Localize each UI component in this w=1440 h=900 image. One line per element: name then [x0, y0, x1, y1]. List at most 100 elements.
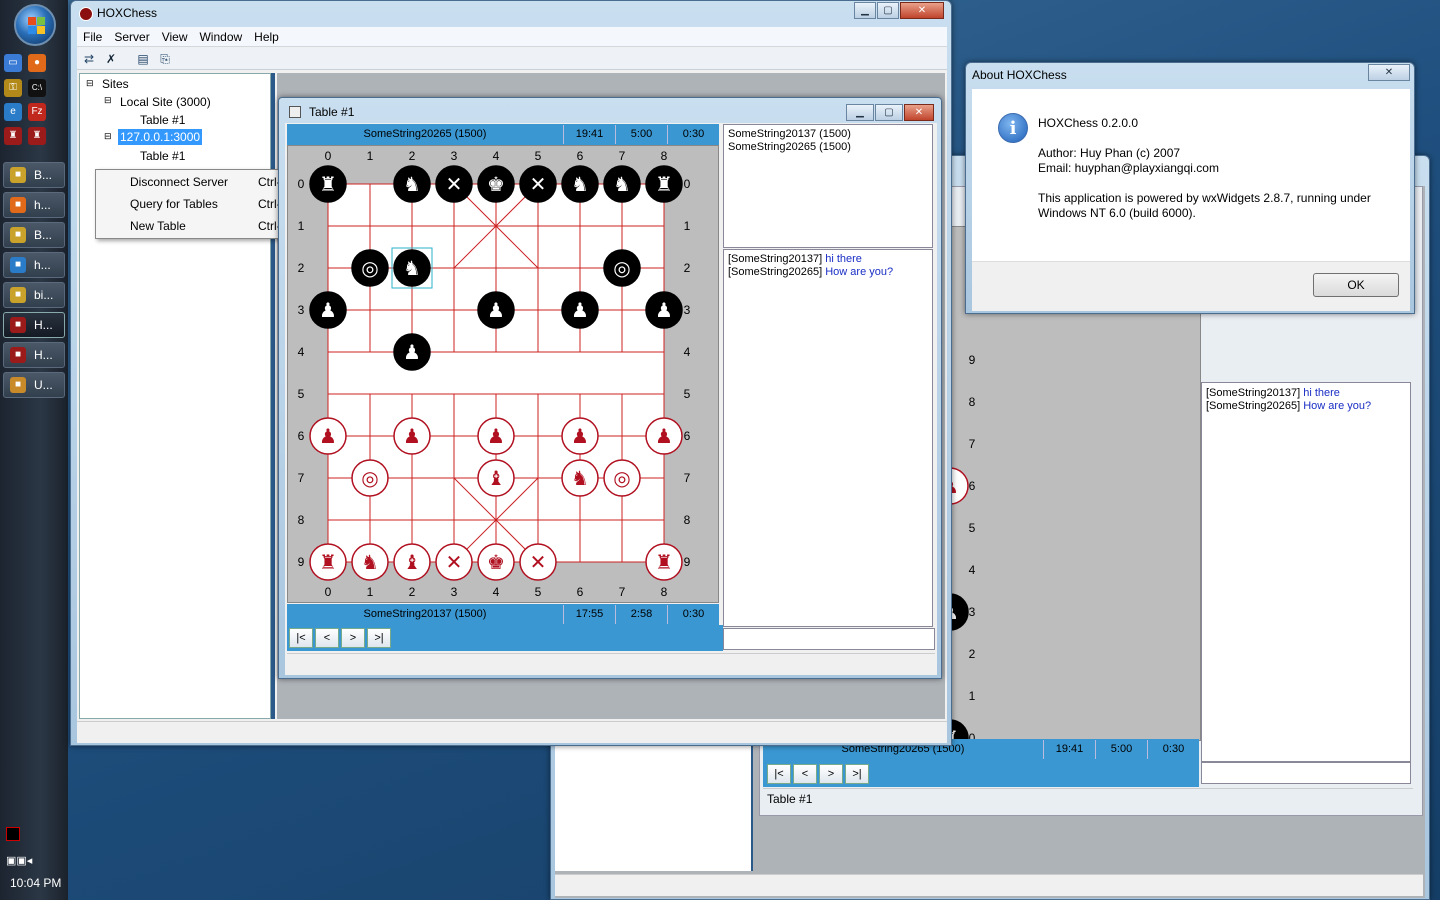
rook-icon: ♜ — [319, 172, 337, 196]
xiangqi-board[interactable]: 0 0 1 1 2 2 3 3 4 4 5 5 6 6 7 7 8 8 0 0 1 1 2 2 3 3 4 4 5 5 6 6 7 7 8 8 9 9 ♜ ♞… — [287, 145, 719, 603]
rank-label: 6 — [969, 479, 976, 493]
disconnect-icon[interactable]: ✗ — [103, 51, 119, 67]
back-chat-input[interactable] — [1201, 762, 1411, 784]
pawn-icon: ♟ — [655, 298, 673, 322]
taskbar-button[interactable]: ■ H... — [3, 312, 65, 338]
prev-move-button[interactable]: < — [793, 764, 817, 784]
menu-bar: File Server View Window Help — [77, 27, 947, 47]
taskbar-button[interactable]: ■ U... — [3, 372, 65, 398]
setup-icon: ■ — [10, 377, 26, 393]
rank-label: 7 — [969, 437, 976, 451]
free-time: 0:30 — [1147, 740, 1199, 759]
table-maximize-button[interactable]: ▢ — [875, 104, 903, 121]
last-move-button[interactable]: >| — [845, 764, 869, 784]
nav-bar: |< < > >| — [287, 625, 723, 651]
move-time: 5:00 — [615, 125, 667, 144]
rank-label: 7 — [684, 471, 691, 485]
tree-expander[interactable]: ⊟ — [104, 95, 112, 106]
rank-label: 3 — [684, 303, 691, 317]
player-entry[interactable]: SomeString20265 (1500) — [728, 141, 851, 153]
minimize-button[interactable]: ▁ — [854, 2, 876, 19]
ie-icon[interactable]: e — [4, 103, 22, 121]
tree-remote-site[interactable]: 127.0.0.1:3000 — [118, 129, 203, 145]
desktop-icon[interactable]: ▭ — [4, 54, 22, 72]
first-move-button[interactable]: |< — [767, 764, 791, 784]
taskbar-button[interactable]: ■ H... — [3, 342, 65, 368]
next-move-button[interactable]: > — [819, 764, 843, 784]
players-list[interactable]: SomeString20137 (1500) SomeString20265 (… — [723, 124, 933, 248]
menu-view[interactable]: View — [156, 27, 194, 44]
rank-label: 8 — [684, 513, 691, 527]
start-orb[interactable] — [14, 4, 56, 46]
bishop-icon: ♝ — [403, 550, 421, 574]
cannon-icon: ◎ — [361, 256, 378, 280]
firefox-icon[interactable]: ● — [28, 54, 46, 72]
pawn-icon: ♟ — [487, 424, 505, 448]
tree-expander[interactable]: ⊟ — [86, 78, 94, 89]
tree-remote-table[interactable]: Table #1 — [140, 149, 185, 163]
hoxchess-icon[interactable]: ♜ — [28, 127, 46, 145]
taskbar-button-label: h... — [34, 198, 51, 212]
taskbar-button[interactable]: ■ h... — [3, 252, 65, 278]
clock[interactable]: 10:04 PM — [10, 876, 61, 890]
taskbar-button-label: H... — [34, 318, 53, 332]
knight-icon: ♞ — [571, 466, 589, 490]
table-window[interactable]: Table #1 ▁ ▢ ✕ SomeString20265 (1500) 19… — [278, 97, 942, 679]
next-move-button[interactable]: > — [341, 628, 365, 648]
rank-label: 5 — [969, 521, 976, 535]
chat-input[interactable] — [723, 628, 935, 650]
player-entry[interactable]: SomeString20137 (1500) — [728, 128, 851, 140]
powered-line-1: This application is powered by wxWidgets… — [1038, 191, 1371, 205]
taskbar-button-label: H... — [34, 348, 53, 362]
rook-icon: ♜ — [655, 172, 673, 196]
rank-label: 9 — [298, 555, 305, 569]
prev-move-button[interactable]: < — [315, 628, 339, 648]
chat-line: [SomeString20137] hi there — [1206, 387, 1340, 399]
system-tray: ▣▣◂ 10:04 PM — [0, 820, 68, 900]
about-dialog[interactable]: About HOXChess ✕ i HOXChess 0.2.0.0 Auth… — [965, 62, 1415, 314]
key-icon[interactable]: ⚿ — [4, 79, 22, 97]
close-button[interactable]: ✕ — [900, 2, 944, 19]
pawn-icon: ♟ — [403, 340, 421, 364]
hoxchess-icon[interactable]: ♜ — [4, 127, 22, 145]
guard-icon: ✕ — [530, 172, 547, 196]
filezilla-icon[interactable]: Fz — [28, 103, 46, 121]
about-close-button[interactable]: ✕ — [1368, 64, 1410, 81]
export-icon[interactable]: ⎘ — [157, 51, 173, 67]
tree-local-table[interactable]: Table #1 — [140, 113, 185, 127]
taskbar-button[interactable]: ■ h... — [3, 192, 65, 218]
rank-label: 9 — [969, 353, 976, 367]
first-move-button[interactable]: |< — [289, 628, 313, 648]
cmd-icon[interactable]: C:\ — [28, 79, 46, 97]
board-grid: 0 0 1 1 2 2 3 3 4 4 5 5 6 6 7 7 8 8 0 0 1 1 2 2 3 3 4 4 5 5 6 6 7 7 8 8 9 9 ♜ ♞… — [298, 149, 691, 599]
last-move-button[interactable]: >| — [367, 628, 391, 648]
taskbar-button[interactable]: ■ B... — [3, 162, 65, 188]
app-version: HOXChess 0.2.0.0 — [1038, 116, 1139, 130]
taskbar-button[interactable]: ■ bi... — [3, 282, 65, 308]
maximize-button[interactable]: ▢ — [877, 2, 899, 19]
network-icon[interactable]: ▣▣◂ — [6, 854, 32, 867]
pawn-icon: ♟ — [319, 298, 337, 322]
tree-root-sites[interactable]: Sites — [102, 77, 129, 91]
taskbar-button-label: B... — [34, 168, 53, 182]
table-minimize-button[interactable]: ▁ — [846, 104, 874, 121]
pawn-icon: ♟ — [403, 424, 421, 448]
table-close-button[interactable]: ✕ — [904, 104, 934, 121]
ok-button[interactable]: OK — [1313, 273, 1399, 297]
connect-icon[interactable]: ⇄ — [81, 51, 97, 67]
tree-local-site[interactable]: Local Site (3000) — [120, 95, 211, 109]
chat-log[interactable]: [SomeString20137] hi there [SomeString20… — [723, 249, 933, 627]
menu-help[interactable]: Help — [248, 27, 285, 44]
file-label: 8 — [661, 149, 668, 163]
properties-icon[interactable]: ▤ — [135, 51, 151, 67]
rook-icon: ♜ — [319, 550, 337, 574]
file-label: 3 — [451, 149, 458, 163]
menu-server[interactable]: Server — [108, 27, 155, 44]
menu-window[interactable]: Window — [193, 27, 248, 44]
game-time: 19:41 — [563, 125, 615, 144]
tree-expander[interactable]: ⊟ — [104, 131, 112, 142]
file-label: 2 — [409, 585, 416, 599]
taskbar-button[interactable]: ■ B... — [3, 222, 65, 248]
menu-file[interactable]: File — [77, 27, 108, 44]
back-nav-bar: |< < > >| — [763, 761, 1199, 787]
